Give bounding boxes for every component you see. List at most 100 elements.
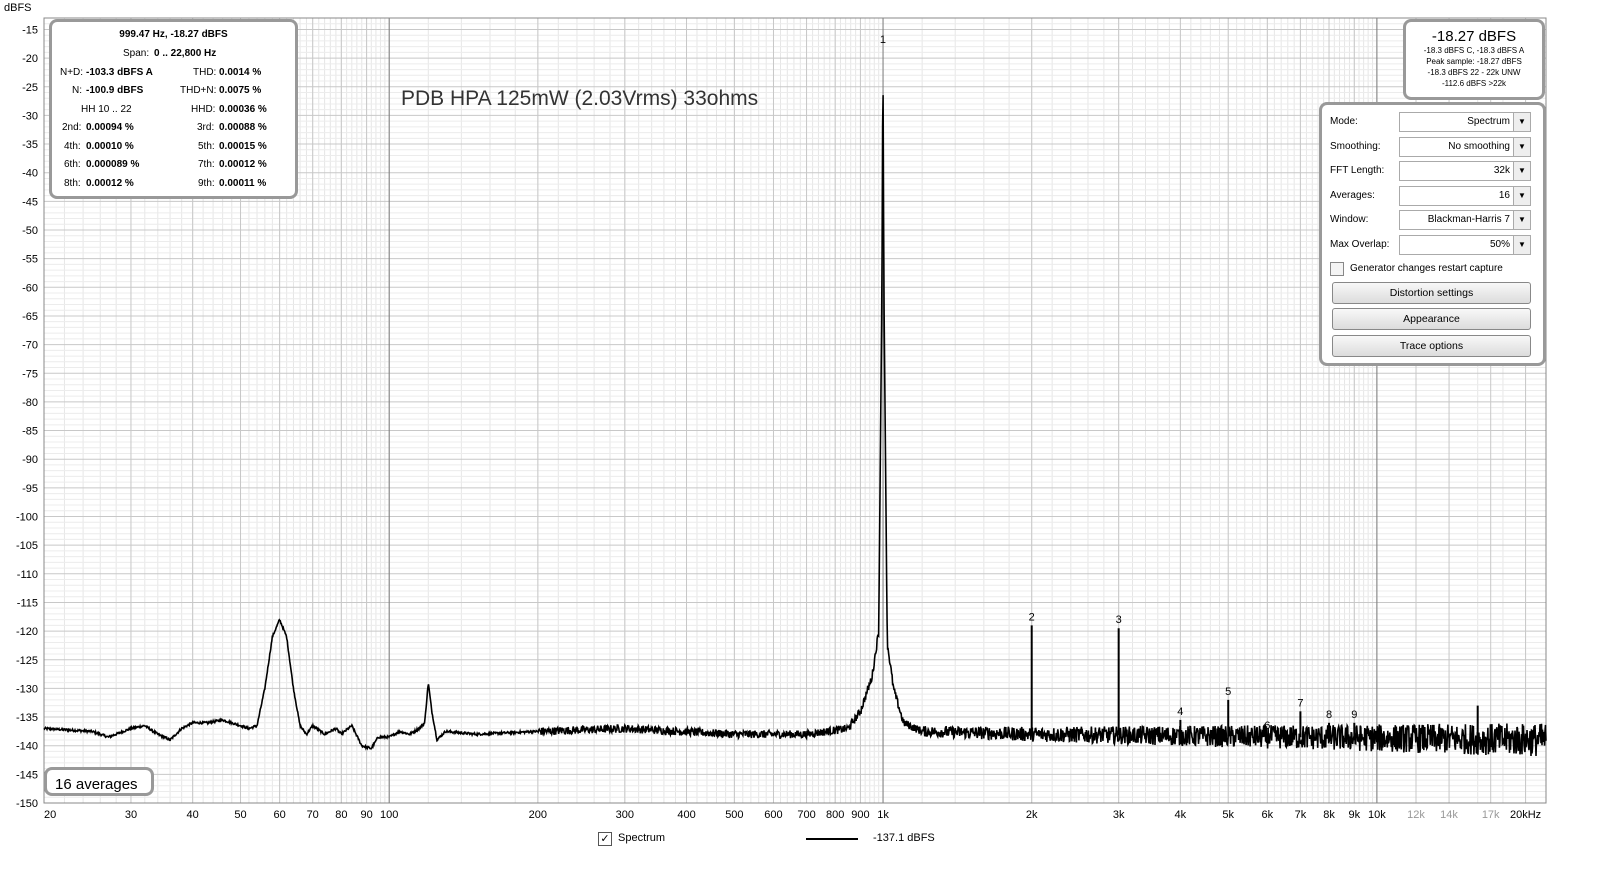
averages-label: Averages:: [1330, 190, 1375, 201]
y-tick-label: -65: [22, 311, 38, 323]
harmonic-label: 8: [1326, 709, 1332, 721]
n-value: -100.9 dBFS: [86, 85, 144, 96]
measurement-panel: 999.47 Hz, -18.27 dBFS Span: 0 .. 22,800 …: [49, 19, 298, 199]
nd-label: N+D:: [60, 67, 84, 78]
span-value: 0 .. 22,800 Hz: [154, 48, 217, 59]
max-overlap-label: Max Overlap:: [1330, 239, 1390, 250]
chart-title: PDB HPA 125mW (2.03Vrms) 33ohms: [401, 87, 759, 110]
h7-label: 7th:: [198, 159, 215, 170]
window-select[interactable]: Blackman-Harris 7 ▼: [1399, 210, 1531, 230]
chevron-down-icon[interactable]: ▼: [1513, 236, 1530, 254]
thdn-label: THD+N:: [180, 85, 217, 96]
x-tick-label: 40: [187, 809, 199, 821]
hhd-value: 0.00036 %: [219, 104, 267, 115]
chevron-down-icon[interactable]: ▼: [1513, 138, 1530, 156]
h8-value: 0.00012 %: [86, 178, 134, 189]
x-tick-label: 70: [307, 809, 319, 821]
y-tick-label: -110: [17, 569, 38, 581]
x-tick-label: 200: [529, 809, 547, 821]
h3-label: 3rd:: [197, 122, 215, 133]
y-tick-label: -45: [22, 196, 38, 208]
level-line-3: -18.3 dBFS 22 - 22k UNW: [1427, 68, 1521, 77]
appearance-button[interactable]: Appearance: [1332, 308, 1531, 330]
y-tick-label: -90: [22, 454, 38, 466]
max-overlap-value: 50%: [1489, 239, 1510, 250]
generator-restart-label: Generator changes restart capture: [1350, 263, 1503, 274]
y-tick-label: -145: [16, 769, 38, 781]
hhd-label: HHD:: [191, 104, 216, 115]
x-tick-label: 10k: [1368, 809, 1386, 821]
x-tick-label: 7k: [1295, 809, 1307, 821]
nd-value: -103.3 dBFS A: [86, 67, 153, 78]
y-tick-label: -35: [22, 139, 38, 151]
harmonic-label: 2: [1029, 611, 1035, 623]
harmonic-label: 7: [1297, 697, 1303, 709]
x-tick-label: 12k: [1407, 809, 1425, 821]
h9-value: 0.00011 %: [219, 178, 267, 189]
trace-options-button[interactable]: Trace options: [1332, 335, 1531, 357]
x-tick-label: 60: [274, 809, 286, 821]
mode-select[interactable]: Spectrum ▼: [1399, 112, 1531, 132]
smoothing-value: No smoothing: [1448, 141, 1510, 152]
h2-value: 0.00094 %: [86, 122, 134, 133]
x-tick-label: 700: [797, 809, 815, 821]
fft-length-label: FFT Length:: [1330, 165, 1385, 176]
h6-value: 0.000089 %: [86, 159, 140, 170]
generator-restart-checkbox[interactable]: [1330, 262, 1344, 276]
thdn-value: 0.0075 %: [219, 85, 262, 96]
chevron-down-icon[interactable]: ▼: [1513, 113, 1530, 131]
averages-select[interactable]: 16 ▼: [1399, 186, 1531, 206]
harmonic-label: 4: [1177, 706, 1183, 718]
x-tick-label: 1k: [877, 809, 889, 821]
hh-label: HH 10 .. 22: [81, 104, 132, 115]
level-line-4: -112.6 dBFS >22k: [1441, 79, 1507, 88]
level-line-2: Peak sample: -18.27 dBFS: [1426, 57, 1522, 66]
y-tick-label: -15: [22, 24, 38, 36]
smoothing-select[interactable]: No smoothing ▼: [1399, 137, 1531, 157]
averages-indicator: 16 averages: [44, 767, 154, 796]
x-tick-label: 3k: [1113, 809, 1125, 821]
y-tick-label: -95: [22, 483, 38, 495]
window-value: Blackman-Harris 7: [1427, 214, 1510, 225]
chevron-down-icon[interactable]: ▼: [1513, 162, 1530, 180]
x-tick-label: 20kHz: [1510, 809, 1541, 821]
chevron-down-icon[interactable]: ▼: [1513, 211, 1530, 229]
fft-length-select[interactable]: 32k ▼: [1399, 161, 1531, 181]
spectrum-visibility-checkbox[interactable]: ✓: [598, 832, 612, 846]
distortion-settings-button[interactable]: Distortion settings: [1332, 282, 1531, 304]
x-tick-label: 800: [826, 809, 844, 821]
y-tick-label: -75: [22, 368, 38, 380]
y-tick-label: -115: [17, 597, 38, 609]
x-tick-label: 100: [380, 809, 398, 821]
y-tick-label: -120: [16, 626, 38, 638]
span-label: Span:: [123, 48, 150, 59]
h9-label: 9th:: [198, 178, 215, 189]
mode-value: Spectrum: [1467, 116, 1510, 127]
chevron-down-icon[interactable]: ▼: [1513, 187, 1530, 205]
y-tick-label: -25: [22, 82, 38, 94]
y-tick-label: -140: [16, 741, 38, 753]
h4-label: 4th:: [64, 141, 81, 152]
smoothing-label: Smoothing:: [1330, 141, 1381, 152]
x-tick-label: 6k: [1262, 809, 1274, 821]
x-tick-label: 4k: [1175, 809, 1187, 821]
x-tick-label: 14k: [1440, 809, 1458, 821]
thd-value: 0.0014 %: [219, 67, 262, 78]
thd-label: THD:: [193, 67, 217, 78]
harmonic-label: 3: [1116, 614, 1122, 626]
x-tick-label: 400: [677, 809, 695, 821]
cursor-readout: 999.47 Hz, -18.27 dBFS: [119, 29, 228, 40]
x-tick-label: 20: [44, 809, 56, 821]
y-tick-label: -135: [16, 712, 38, 724]
h6-label: 6th:: [64, 159, 81, 170]
level-main-readout: -18.27 dBFS: [1431, 28, 1517, 45]
harmonic-label: 9: [1351, 709, 1357, 721]
harmonic-label: 6: [1264, 720, 1270, 732]
fft-length-value: 32k: [1493, 165, 1510, 176]
x-tick-label: 600: [764, 809, 782, 821]
mode-label: Mode:: [1330, 116, 1358, 127]
window-label: Window:: [1330, 214, 1369, 225]
max-overlap-select[interactable]: 50% ▼: [1399, 235, 1531, 255]
n-label: N:: [72, 85, 82, 96]
harmonic-label: 1: [880, 34, 886, 46]
